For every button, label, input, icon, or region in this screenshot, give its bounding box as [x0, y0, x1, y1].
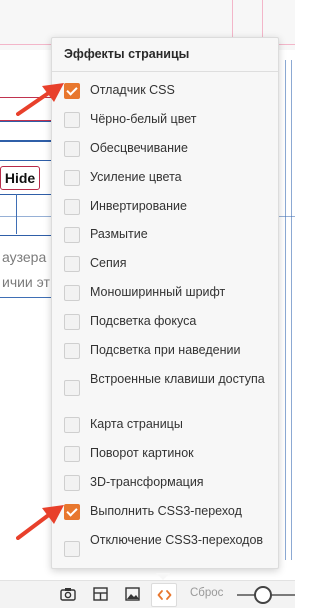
- effect-label: 3D-трансформация: [90, 475, 204, 489]
- layout-button[interactable]: [88, 583, 112, 605]
- effect-checkbox[interactable]: [64, 314, 80, 330]
- effect-checkbox[interactable]: [64, 504, 80, 520]
- guide-line: [291, 60, 292, 560]
- effect-item-rotate-images[interactable]: Поворот картинок: [64, 445, 268, 462]
- effect-label: Подсветка при наведении: [90, 343, 241, 357]
- effect-checkbox[interactable]: [64, 285, 80, 301]
- page-effects-panel: Эффекты страницы Отладчик CSS Чёрно-белы…: [51, 37, 279, 569]
- page-effects-button[interactable]: [151, 583, 177, 607]
- effect-checkbox[interactable]: [64, 141, 80, 157]
- zoom-slider-knob[interactable]: [254, 586, 272, 604]
- effect-label: Отключение CSS3-переходов: [90, 533, 264, 547]
- effect-item-blur[interactable]: Размытие: [64, 226, 268, 243]
- panel-divider: [52, 71, 278, 72]
- effect-item-page-map[interactable]: Карта страницы: [64, 416, 268, 433]
- effect-label: Сепия: [90, 256, 127, 270]
- arrow-icon: [16, 505, 64, 540]
- effect-item-desaturate[interactable]: Обесцвечивание: [64, 140, 268, 157]
- effect-checkbox[interactable]: [64, 170, 80, 186]
- effect-label: Отладчик CSS: [90, 83, 175, 97]
- effect-label: Поворот картинок: [90, 446, 194, 460]
- effect-checkbox[interactable]: [64, 199, 80, 215]
- code-icon: [157, 590, 171, 600]
- bottom-toolbar: Сброс: [0, 580, 295, 608]
- effect-checkbox[interactable]: [64, 446, 80, 462]
- effect-item-invert[interactable]: Инвертирование: [64, 198, 268, 215]
- effect-label: Карта страницы: [90, 417, 183, 431]
- effect-item-saturate[interactable]: Усиление цвета: [64, 169, 268, 186]
- effect-item-disable-css3-transitions[interactable]: Отключение CSS3-переходов: [64, 532, 268, 557]
- effect-checkbox[interactable]: [64, 83, 80, 99]
- effect-item-sepia[interactable]: Сепия: [64, 255, 268, 272]
- images-button[interactable]: [120, 583, 144, 605]
- effect-label: Чёрно-белый цвет: [90, 112, 197, 126]
- panels-icon: [92, 587, 108, 601]
- effect-checkbox[interactable]: [64, 541, 80, 557]
- effect-label: Встроенные клавиши доступа: [90, 372, 265, 386]
- effect-item-3d-transform[interactable]: 3D-трансформация: [64, 474, 268, 491]
- effect-label: Инвертирование: [90, 199, 187, 213]
- effect-checkbox[interactable]: [64, 227, 80, 243]
- screenshot-button[interactable]: [56, 583, 80, 605]
- effect-checkbox[interactable]: [64, 112, 80, 128]
- effect-label: Усиление цвета: [90, 170, 182, 184]
- effect-checkbox[interactable]: [64, 417, 80, 433]
- panel-pointer: [156, 573, 170, 580]
- hide-button[interactable]: Hide: [0, 166, 40, 190]
- arrow-icon: [16, 83, 64, 116]
- effect-label: Моноширинный шрифт: [90, 285, 226, 299]
- effect-checkbox[interactable]: [64, 256, 80, 272]
- effect-label: Подсветка фокуса: [90, 314, 197, 328]
- effect-checkbox[interactable]: [64, 475, 80, 491]
- effect-item-monospace[interactable]: Моноширинный шрифт: [64, 284, 268, 301]
- effect-item-hover-highlight[interactable]: Подсветка при наведении: [64, 342, 268, 359]
- guide-line: [285, 60, 286, 560]
- guide-line: [16, 194, 17, 234]
- guide-line: [0, 297, 52, 298]
- effect-item-grayscale[interactable]: Чёрно-белый цвет: [64, 111, 268, 128]
- effect-item-access-keys[interactable]: Встроенные клавиши доступа: [64, 371, 268, 396]
- guide-line: [262, 0, 263, 40]
- effect-checkbox[interactable]: [64, 343, 80, 359]
- background-text: ичии эт: [2, 274, 50, 290]
- effect-item-run-css3-transition[interactable]: Выполнить CSS3-переход: [64, 503, 268, 520]
- effect-label: Выполнить CSS3-переход: [90, 504, 242, 518]
- panel-title: Эффекты страницы: [64, 47, 190, 61]
- effect-label: Размытие: [90, 227, 148, 241]
- reset-zoom-button[interactable]: Сброс: [190, 587, 223, 599]
- image-icon: [124, 587, 140, 601]
- background-text: аузера: [2, 249, 47, 265]
- guide-line: [232, 0, 233, 40]
- effect-checkbox[interactable]: [64, 380, 80, 396]
- effect-item-css-debugger[interactable]: Отладчик CSS: [64, 82, 268, 99]
- effect-label: Обесцвечивание: [90, 141, 188, 155]
- effect-item-focus-highlight[interactable]: Подсветка фокуса: [64, 313, 268, 330]
- camera-icon: [60, 588, 76, 601]
